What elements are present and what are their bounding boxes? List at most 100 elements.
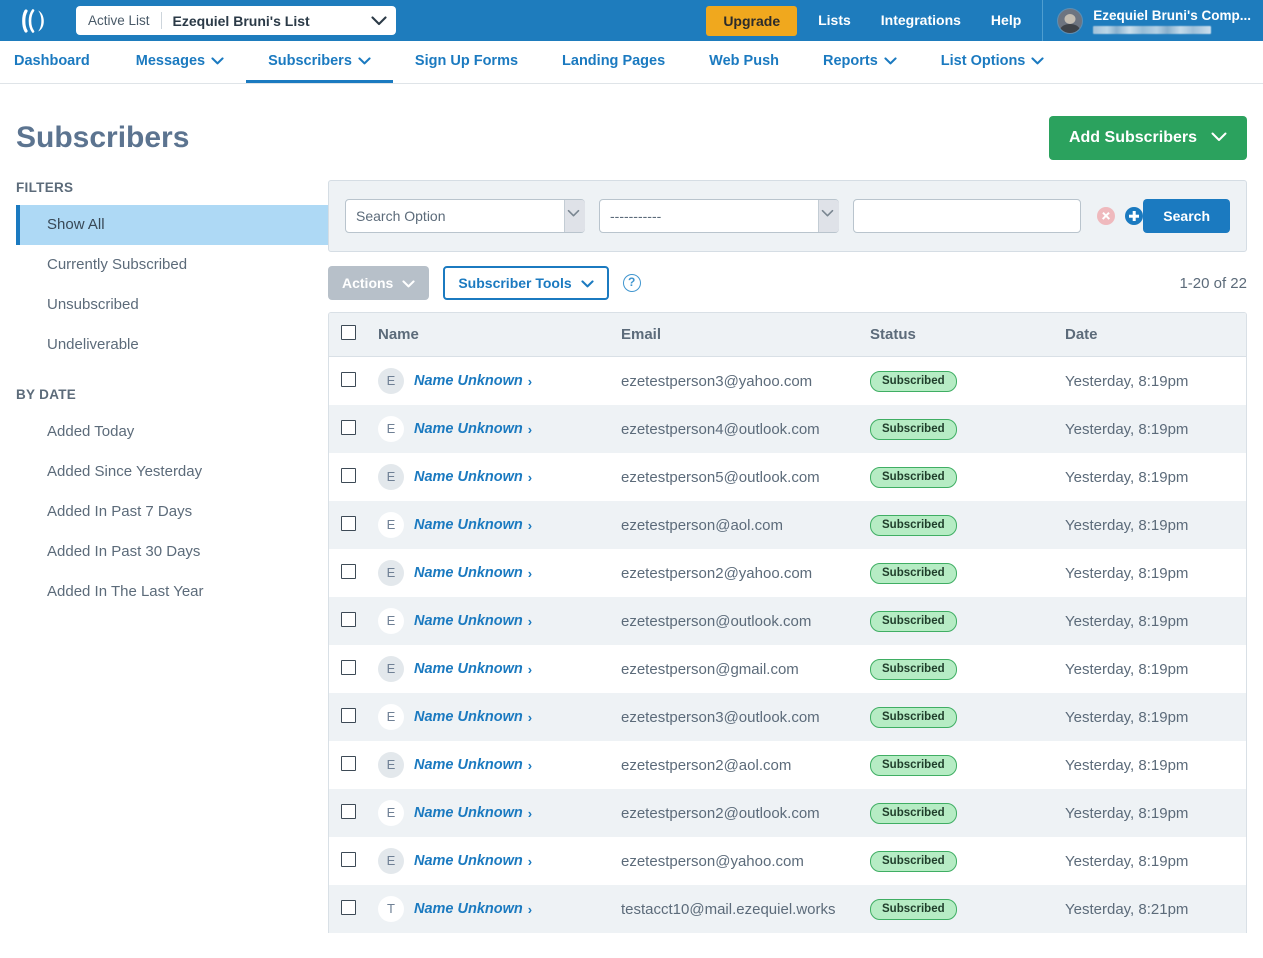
add-circle-plus-icon[interactable] [1125,207,1143,225]
subscriber-name-link[interactable]: Name Unknown [414,469,523,485]
subscriber-name-link[interactable]: Name Unknown [414,661,523,677]
search-field-select[interactable]: ----------- [599,199,839,233]
checkbox-unchecked-icon[interactable] [341,325,356,340]
checkbox-unchecked-icon[interactable] [341,659,356,675]
table-row[interactable]: E Name Unknown › ezetestperson2@yahoo.co… [329,549,1246,597]
table-row[interactable]: E Name Unknown › ezetestperson@aol.com S… [329,501,1246,549]
sidebar-item-added-today[interactable]: Added Today [16,412,328,452]
table-row[interactable]: E Name Unknown › ezetestperson@gmail.com… [329,645,1246,693]
row-name-cell: E Name Unknown › [378,368,621,394]
select-all-cell [329,325,378,344]
sidebar-item-unsubscribed[interactable]: Unsubscribed [16,285,328,325]
checkbox-unchecked-icon[interactable] [341,899,356,915]
table-row[interactable]: E Name Unknown › ezetestperson2@aol.com … [329,741,1246,789]
subscriber-name-link[interactable]: Name Unknown [414,373,523,389]
sidebar-item-added-in-the-last-year[interactable]: Added In The Last Year [16,572,328,612]
sidebar-item-added-since-yesterday[interactable]: Added Since Yesterday [16,452,328,492]
table-row[interactable]: E Name Unknown › ezetestperson2@outlook.… [329,789,1246,837]
subscriber-name-link[interactable]: Name Unknown [414,613,523,629]
add-subscribers-button[interactable]: Add Subscribers [1048,116,1247,160]
aweber-logo-icon[interactable] [12,0,58,41]
sidebar-item-added-in-past-7-days[interactable]: Added In Past 7 Days [16,492,328,532]
avatar-initial: E [378,848,404,874]
search-input[interactable] [853,199,1081,233]
row-select-cell [329,611,378,631]
nav-item-dashboard[interactable]: Dashboard [14,41,114,83]
checkbox-unchecked-icon[interactable] [341,563,356,579]
column-header-status[interactable]: Status [870,326,1065,343]
checkbox-unchecked-icon[interactable] [341,515,356,531]
checkbox-unchecked-icon[interactable] [341,803,356,819]
row-select-cell [329,803,378,823]
subscriber-name-link[interactable]: Name Unknown [414,757,523,773]
sidebar-item-undeliverable[interactable]: Undeliverable [16,325,328,365]
top-link-lists[interactable]: Lists [803,0,866,41]
column-header-email[interactable]: Email [621,326,870,343]
question-mark-circle-icon[interactable]: ? [622,274,641,292]
top-link-integrations[interactable]: Integrations [866,0,976,41]
subscriber-name-link[interactable]: Name Unknown [414,565,523,581]
row-name-cell: E Name Unknown › [378,512,621,538]
table-row[interactable]: E Name Unknown › ezetestperson3@outlook.… [329,693,1246,741]
column-header-date[interactable]: Date [1065,326,1246,343]
avatar-initial: E [378,752,404,778]
top-bar: Active List Ezequiel Bruni's List Upgrad… [0,0,1263,41]
checkbox-unchecked-icon[interactable] [341,371,356,387]
row-status-cell: Subscribed [870,418,1065,440]
row-date-cell: Yesterday, 8:19pm [1065,564,1189,582]
nav-item-subscribers[interactable]: Subscribers [246,41,393,83]
nav-item-messages[interactable]: Messages [114,41,246,83]
row-date-cell: Yesterday, 8:19pm [1065,516,1189,534]
sidebar-item-show-all[interactable]: Show All [16,205,328,245]
sidebar-item-label: Unsubscribed [47,296,139,313]
subscriber-name-link[interactable]: Name Unknown [414,709,523,725]
upgrade-button[interactable]: Upgrade [706,5,798,36]
status-badge: Subscribed [870,370,957,392]
row-select-cell [329,707,378,727]
checkbox-unchecked-icon[interactable] [341,467,356,483]
table-row[interactable]: E Name Unknown › ezetestperson5@outlook.… [329,453,1246,501]
checkbox-unchecked-icon[interactable] [341,755,356,771]
actions-label: Actions [342,275,394,291]
search-button[interactable]: Search [1143,199,1230,233]
search-option-select[interactable]: Search Option [345,199,585,233]
subscriber-name-link[interactable]: Name Unknown [414,421,523,437]
column-header-name[interactable]: Name [378,326,621,343]
checkbox-unchecked-icon[interactable] [341,419,356,435]
nav-item-landing-pages[interactable]: Landing Pages [540,41,687,83]
row-email-cell: ezetestperson2@outlook.com [621,804,820,822]
subscriber-name-link[interactable]: Name Unknown [414,853,523,869]
subscriber-tools-button[interactable]: Subscriber Tools [443,266,609,300]
sidebar-item-currently-subscribed[interactable]: Currently Subscribed [16,245,328,285]
subscriber-name-link[interactable]: Name Unknown [414,517,523,533]
table-row[interactable]: E Name Unknown › ezetestperson@outlook.c… [329,597,1246,645]
subscriber-name-link[interactable]: Name Unknown [414,901,523,917]
actions-button[interactable]: Actions [328,266,430,300]
chevron-down-icon[interactable] [362,15,396,26]
checkbox-unchecked-icon[interactable] [341,707,356,723]
nav-item-reports[interactable]: Reports [801,41,919,83]
table-row[interactable]: T Name Unknown › testacct10@mail.ezequie… [329,885,1246,933]
chevron-right-icon: › [527,853,533,869]
nav-item-list-options[interactable]: List Options [919,41,1067,83]
table-row[interactable]: E Name Unknown › ezetestperson@yahoo.com… [329,837,1246,885]
table-row[interactable]: E Name Unknown › ezetestperson4@outlook.… [329,405,1246,453]
clear-circle-x-icon[interactable] [1097,207,1115,225]
row-status-cell: Subscribed [870,466,1065,488]
sidebar-item-added-in-past-30-days[interactable]: Added In Past 30 Days [16,532,328,572]
table-header-row: Name Email Status Date [329,313,1246,357]
chevron-right-icon: › [527,661,533,677]
nav-item-sign-up-forms[interactable]: Sign Up Forms [393,41,540,83]
top-link-help[interactable]: Help [976,0,1036,41]
nav-item-web-push[interactable]: Web Push [687,41,801,83]
subscriber-name-link[interactable]: Name Unknown [414,805,523,821]
active-list-selector[interactable]: Active List Ezequiel Bruni's List [76,6,396,35]
row-name-cell: E Name Unknown › [378,704,621,730]
by-date-heading: BY DATE [16,387,77,402]
status-badge: Subscribed [870,658,957,680]
account-menu[interactable]: Ezequiel Bruni's Comp... [1042,0,1263,41]
row-name-cell: E Name Unknown › [378,848,621,874]
checkbox-unchecked-icon[interactable] [341,851,356,867]
checkbox-unchecked-icon[interactable] [341,611,356,627]
table-row[interactable]: E Name Unknown › ezetestperson3@yahoo.co… [329,357,1246,405]
